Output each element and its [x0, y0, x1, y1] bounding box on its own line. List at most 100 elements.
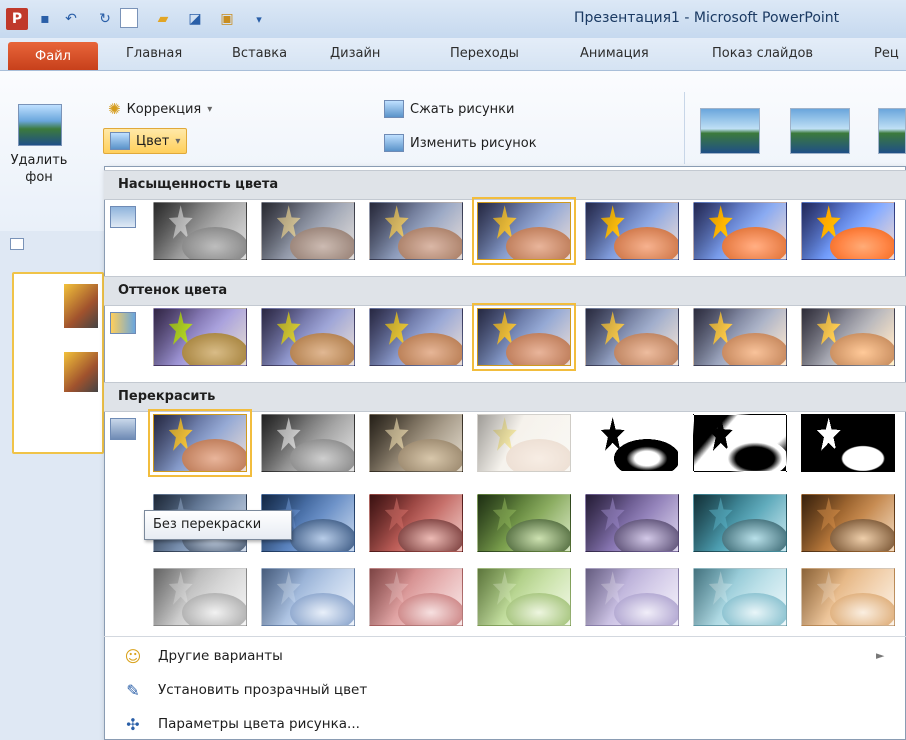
- color-variant-thumbnail[interactable]: [148, 409, 252, 477]
- more-variations-label: Другие варианты: [158, 648, 283, 664]
- thumbnail-shading: [370, 309, 462, 365]
- thumbnail-shading: [478, 309, 570, 365]
- more-variations-item[interactable]: ☺ Другие варианты: [104, 640, 904, 672]
- remove-background-icon[interactable]: [18, 104, 62, 146]
- color-variant-thumbnail[interactable]: [693, 568, 787, 626]
- color-variant-thumbnail[interactable]: [693, 308, 787, 366]
- change-picture-button[interactable]: Изменить рисунок: [384, 134, 537, 152]
- remove-background-button[interactable]: Удалить фон: [6, 152, 72, 186]
- color-variant-thumbnail[interactable]: [369, 308, 463, 366]
- picture-color-options-label: Параметры цвета рисунка...: [158, 716, 360, 732]
- open-folder-icon[interactable]: ▰: [152, 8, 174, 30]
- color-variant-thumbnail[interactable]: [693, 414, 787, 472]
- color-icon: [110, 132, 130, 150]
- color-variant-thumbnail[interactable]: [801, 568, 895, 626]
- thumbnail-shading: [586, 309, 678, 365]
- color-variant-thumbnail[interactable]: [801, 308, 895, 366]
- color-variant-thumbnail[interactable]: [477, 568, 571, 626]
- recolor-icon: [110, 418, 136, 440]
- thumbnail-shading: [802, 203, 894, 259]
- slide-picture: [64, 284, 98, 328]
- customize-qat-icon[interactable]: ▾: [248, 8, 270, 30]
- thumbnail-shading: [478, 415, 570, 471]
- sun-icon: ✺: [108, 100, 121, 118]
- tab-animations[interactable]: Анимация: [580, 46, 649, 61]
- submenu-arrow-icon: ►: [876, 649, 885, 662]
- thumbnail-shading: [154, 569, 246, 625]
- corrections-label: Коррекция: [126, 101, 202, 117]
- color-variant-thumbnail[interactable]: [585, 308, 679, 366]
- picture-icon[interactable]: ▣: [216, 8, 238, 30]
- thumbnail-shading: [262, 569, 354, 625]
- picture-color-options-item[interactable]: ✣ Параметры цвета рисунка...: [104, 708, 904, 740]
- redo-icon[interactable]: ↻: [94, 8, 116, 30]
- color-variant-thumbnail[interactable]: [261, 202, 355, 260]
- divider: [104, 636, 906, 637]
- change-picture-icon: [384, 134, 404, 152]
- picture-style-thumb[interactable]: [878, 108, 906, 154]
- thumbnail-shading: [802, 495, 894, 551]
- set-transparent-color-item[interactable]: ✎ Установить прозрачный цвет: [104, 674, 904, 706]
- new-file-icon[interactable]: [120, 8, 138, 28]
- picture-style-thumb[interactable]: [790, 108, 850, 154]
- tab-review[interactable]: Рец: [874, 46, 899, 61]
- color-variant-thumbnail[interactable]: [153, 308, 247, 366]
- eyedropper-icon: ✎: [126, 680, 140, 700]
- thumbnail-shading: [586, 203, 678, 259]
- tab-home[interactable]: Главная: [126, 46, 182, 61]
- color-variant-thumbnail[interactable]: [801, 494, 895, 552]
- color-variant-thumbnail[interactable]: [261, 308, 355, 366]
- thumbnail-shading: [694, 495, 786, 551]
- slideshow-icon[interactable]: ◪: [184, 8, 206, 30]
- color-variant-thumbnail[interactable]: [472, 197, 576, 265]
- compress-icon: [384, 100, 404, 118]
- color-options-icon: ✣: [126, 714, 140, 734]
- section-saturation-header: Насыщенность цвета: [104, 170, 906, 200]
- tab-file[interactable]: Файл: [8, 42, 98, 70]
- color-variant-thumbnail[interactable]: [585, 568, 679, 626]
- chevron-down-icon: ▾: [175, 135, 181, 147]
- color-variant-thumbnail[interactable]: [585, 414, 679, 472]
- color-variant-thumbnail[interactable]: [369, 494, 463, 552]
- section-recolor-header: Перекрасить: [104, 382, 906, 412]
- color-variant-thumbnail[interactable]: [369, 568, 463, 626]
- tab-transitions[interactable]: Переходы: [450, 46, 519, 61]
- thumbnail-shading: [262, 203, 354, 259]
- color-button[interactable]: Цвет ▾: [103, 128, 188, 154]
- tone-icon: [110, 312, 136, 334]
- powerpoint-logo-icon[interactable]: P: [6, 8, 28, 30]
- thumbnail-shading: [694, 203, 786, 259]
- color-variant-thumbnail[interactable]: [693, 202, 787, 260]
- color-variant-thumbnail[interactable]: [472, 303, 576, 371]
- color-variant-thumbnail[interactable]: [477, 494, 571, 552]
- tab-slideshow[interactable]: Показ слайдов: [712, 46, 813, 61]
- color-variant-thumbnail[interactable]: [369, 414, 463, 472]
- thumbnail-shading: [586, 415, 678, 471]
- slide-thumbnail[interactable]: [12, 272, 104, 454]
- thumbnail-shading: [370, 569, 462, 625]
- picture-style-thumb[interactable]: [700, 108, 760, 154]
- thumbnail-shading: [694, 415, 786, 471]
- compress-pictures-button[interactable]: Сжать рисунки: [384, 100, 514, 118]
- tab-insert[interactable]: Вставка: [232, 46, 287, 61]
- color-variant-thumbnail[interactable]: [801, 414, 895, 472]
- color-variant-thumbnail[interactable]: [477, 414, 571, 472]
- slide-picture: [64, 352, 98, 392]
- color-variant-thumbnail[interactable]: [801, 202, 895, 260]
- corrections-button[interactable]: ✺ Коррекция ▾: [108, 100, 212, 118]
- color-variant-thumbnail[interactable]: [585, 202, 679, 260]
- color-variant-thumbnail[interactable]: [693, 494, 787, 552]
- save-icon[interactable]: ▪: [34, 8, 56, 30]
- color-variant-thumbnail[interactable]: [261, 414, 355, 472]
- tab-design[interactable]: Дизайн: [330, 46, 380, 61]
- color-variant-thumbnail[interactable]: [153, 568, 247, 626]
- undo-icon[interactable]: ↶: [60, 8, 82, 30]
- slides-tab-icon[interactable]: [10, 238, 24, 250]
- color-variant-thumbnail[interactable]: [153, 202, 247, 260]
- thumbnail-shading: [478, 495, 570, 551]
- thumbnail-shading: [262, 415, 354, 471]
- color-variant-thumbnail[interactable]: [369, 202, 463, 260]
- color-variant-thumbnail[interactable]: [261, 568, 355, 626]
- saturation-icon: [110, 206, 136, 228]
- color-variant-thumbnail[interactable]: [585, 494, 679, 552]
